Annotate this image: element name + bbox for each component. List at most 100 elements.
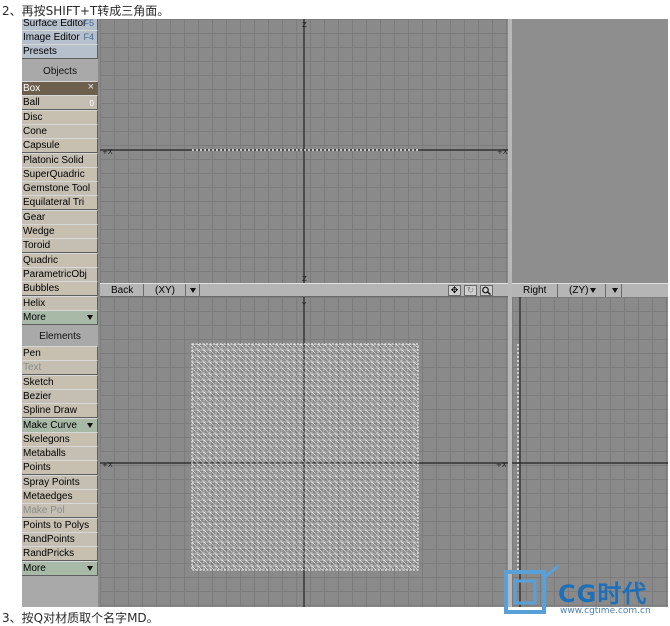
tool-gear-button[interactable]: Gear bbox=[22, 209, 98, 225]
chevron-down-icon bbox=[87, 314, 93, 320]
tool-bezier-button[interactable]: Bezier bbox=[22, 388, 98, 404]
tool-make-curve-menu[interactable]: Make Curve bbox=[22, 417, 98, 433]
caption-step-3: 3、按Q对材质取个名字MD。 bbox=[2, 611, 159, 625]
button-label: Metaedges bbox=[23, 491, 73, 502]
tool-toroid-button[interactable]: Toroid bbox=[22, 238, 98, 254]
button-label: Presets bbox=[23, 46, 57, 57]
button-label: Make Pol bbox=[23, 505, 65, 517]
button-badge: 0 bbox=[89, 99, 94, 109]
tool-text-button[interactable]: Text bbox=[22, 360, 98, 376]
button-label: Make Curve bbox=[23, 419, 77, 431]
tool-sketch-button[interactable]: Sketch bbox=[22, 374, 98, 390]
tool-box-button[interactable]: Box × bbox=[22, 81, 98, 96]
button-label: Equilateral Tri bbox=[23, 197, 85, 209]
button-label: Surface Editor bbox=[23, 19, 87, 29]
watermark-url: www.cgtime.com.cn bbox=[560, 606, 651, 616]
button-label: Image Editor bbox=[23, 32, 80, 43]
button-label: ParametricObj bbox=[23, 268, 87, 280]
tool-parametricobj-button[interactable]: ParametricObj bbox=[22, 266, 98, 282]
tool-more-menu[interactable]: More bbox=[22, 309, 98, 325]
view-type-right[interactable]: Right bbox=[520, 284, 558, 297]
chevron-down-icon bbox=[87, 422, 93, 428]
tool-disc-button[interactable]: Disc bbox=[22, 109, 98, 125]
svg-text:Z: Z bbox=[302, 275, 307, 283]
tool-spline-draw-button[interactable]: Spline Draw bbox=[22, 403, 98, 419]
button-label: Pen bbox=[23, 348, 41, 359]
button-label: Quadric bbox=[23, 254, 59, 266]
viewport-top[interactable]: +X +X Z Z bbox=[100, 19, 508, 283]
tool-quadric-button[interactable]: Quadric bbox=[22, 252, 98, 268]
tool-cone-button[interactable]: Cone bbox=[22, 123, 98, 139]
tool-points-button[interactable]: Points bbox=[22, 460, 98, 476]
caption-step-2: 2、再按SHIFT+T转成三角面。 bbox=[2, 4, 170, 18]
button-label: Platonic Solid bbox=[23, 154, 84, 166]
button-label: Points bbox=[23, 462, 51, 474]
tool-randpoints-button[interactable]: RandPoints bbox=[22, 531, 98, 547]
tool-skelegons-button[interactable]: Skelegons bbox=[22, 431, 98, 447]
button-label: Bezier bbox=[23, 390, 52, 402]
button-label: Spline Draw bbox=[23, 405, 77, 417]
tool-ball-button[interactable]: Ball 0 bbox=[22, 95, 98, 111]
tool-platonic-solid-button[interactable]: Platonic Solid bbox=[22, 152, 98, 168]
tool-metaballs-button[interactable]: Metaballs bbox=[22, 446, 98, 462]
button-label: Capsule bbox=[23, 140, 60, 152]
tool-points-to-polys-button[interactable]: Points to Polys bbox=[22, 517, 98, 533]
tool-equilateral-tri-button[interactable]: Equilateral Tri bbox=[22, 195, 98, 211]
chevron-down-icon bbox=[190, 287, 196, 293]
viewport-perspective[interactable] bbox=[512, 19, 668, 283]
svg-text:Z: Z bbox=[302, 21, 307, 29]
tool-gemstone-tool-button[interactable]: Gemstone Tool bbox=[22, 181, 98, 197]
viewport-back[interactable]: +X +X Y bbox=[100, 297, 508, 607]
magnifier-icon[interactable] bbox=[480, 285, 493, 296]
axes-label: (ZY) bbox=[569, 285, 589, 296]
button-label: Sketch bbox=[23, 376, 54, 388]
watermark-brand: CG时代 bbox=[558, 580, 648, 608]
svg-text:+X: +X bbox=[102, 148, 113, 156]
top-view-drawing: +X +X Z Z bbox=[100, 19, 508, 283]
svg-text:Y: Y bbox=[301, 301, 307, 309]
button-label: RandPricks bbox=[23, 548, 75, 560]
viewport-background bbox=[512, 19, 668, 283]
tool-randpricks-button[interactable]: RandPricks bbox=[22, 546, 98, 562]
chevron-down-icon bbox=[612, 287, 618, 293]
button-label: Skelegons bbox=[23, 433, 70, 445]
viewport-divider-horizontal bbox=[100, 296, 508, 297]
close-icon: × bbox=[87, 81, 94, 93]
svg-text:+X: +X bbox=[102, 461, 113, 469]
back-view-drawing: +X +X Y bbox=[100, 297, 508, 607]
svg-text:+X: +X bbox=[496, 461, 507, 469]
tool-pen-button[interactable]: Pen bbox=[22, 346, 98, 361]
tool-wedge-button[interactable]: Wedge bbox=[22, 224, 98, 239]
chevron-down-icon bbox=[590, 287, 597, 293]
button-label: Disc bbox=[23, 111, 43, 123]
viewport-right-titlebar: Right (ZY) bbox=[512, 283, 668, 298]
svg-text:+X: +X bbox=[497, 148, 508, 156]
button-label: Metaballs bbox=[23, 448, 66, 460]
view-options-dropdown[interactable] bbox=[608, 284, 622, 297]
tool-spray-points-button[interactable]: Spray Points bbox=[22, 474, 98, 490]
tool-more-menu[interactable]: More bbox=[22, 560, 98, 576]
tool-helix-button[interactable]: Helix bbox=[22, 295, 98, 311]
image-editor-button[interactable]: Image Editor F4 bbox=[22, 30, 98, 45]
button-label: SuperQuadric bbox=[23, 168, 85, 180]
button-label: Gemstone Tool bbox=[23, 183, 91, 195]
elements-header: Elements bbox=[22, 328, 98, 346]
viewport-right[interactable] bbox=[512, 297, 668, 607]
tool-make-pol-button[interactable]: Make Pol bbox=[22, 503, 98, 519]
button-label: Spray Points bbox=[23, 476, 80, 488]
view-axes-dropdown[interactable]: (ZY) bbox=[566, 284, 606, 297]
button-label: Gear bbox=[23, 211, 46, 223]
rotate-icon[interactable]: ↻ bbox=[464, 285, 477, 296]
chevron-down-icon bbox=[87, 565, 93, 571]
button-label: Helix bbox=[23, 297, 46, 309]
watermark: CG时代 www.cgtime.com.cn bbox=[498, 564, 670, 626]
button-label: Ball bbox=[23, 97, 40, 109]
tool-bubbles-button[interactable]: Bubbles bbox=[22, 281, 98, 297]
tool-metaedges-button[interactable]: Metaedges bbox=[22, 489, 98, 504]
presets-button[interactable]: Presets bbox=[22, 44, 98, 59]
button-label: Text bbox=[23, 362, 42, 374]
tool-capsule-button[interactable]: Capsule bbox=[22, 138, 98, 154]
move-icon[interactable]: ✥ bbox=[448, 285, 461, 296]
button-label: Toroid bbox=[23, 240, 51, 252]
tool-superquadric-button[interactable]: SuperQuadric bbox=[22, 166, 98, 182]
